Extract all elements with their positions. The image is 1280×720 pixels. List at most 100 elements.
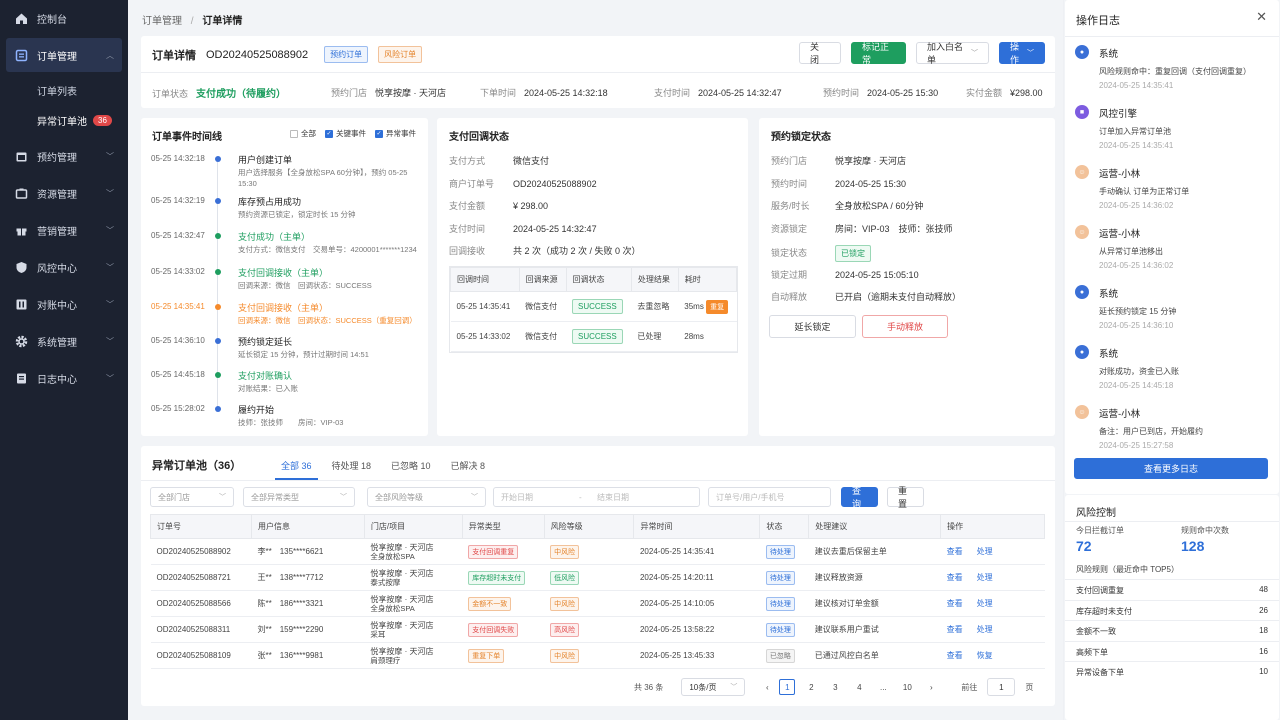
prev-page-button[interactable]: ‹ [759,679,775,695]
sidebar-item-dashboard[interactable]: 控制台 [0,0,128,37]
filter-all-checkbox[interactable]: 全部 [290,128,316,139]
callback-table: 回调时间 回调来源 回调状态 处理结果 耗时 05-25 14:35:41 微信… [449,266,738,353]
event-time: 05-25 14:32:18 [151,154,205,163]
page-button[interactable]: 1 [779,679,796,695]
sidebar-subitem-order-list[interactable]: 订单列表 [0,75,128,105]
handle-link[interactable]: 恢复 [977,651,993,660]
next-page-button[interactable]: › [923,679,939,695]
page-button[interactable]: 10 [899,679,915,695]
risk-engine-icon: ■ [1075,105,1089,119]
rule-count: 48 [1259,585,1268,594]
filter-exception-events-checkbox[interactable]: ✓ 异常事件 [375,128,416,139]
cell-advice: 已通过风控白名单 [808,642,941,669]
event-desc: 用户选择服务【全身放松SPA 60分钟】，预约 05-25 15:30 [238,168,408,188]
page-button[interactable]: 3 [827,679,843,695]
view-link[interactable]: 查看 [947,651,963,660]
store-select[interactable]: 全部门店 ﹀ [150,487,234,507]
column-header: 门店/项目 [363,514,463,539]
exception-pool-card: 异常订单池（36） 全部 36 待处理 18 已忽略 10 已解决 8 全部门店… [141,446,1055,706]
exception-type-select[interactable]: 全部异常类型 ﹀ [243,487,355,507]
field-value: 2024-05-25 15:30 [835,178,907,189]
tab-all[interactable]: 全部 36 [271,459,322,480]
log-actor: 运营-小林 [1099,229,1141,240]
field-label: 下单时间 [480,88,517,98]
view-link[interactable]: 查看 [947,599,963,608]
risk-level-badge: 高风险 [550,622,580,637]
event-title: 库存预占用成功 [238,197,302,207]
cell-time: 2024-05-25 14:20:11 [633,564,760,591]
event-time: 05-25 14:45:18 [151,370,205,379]
close-icon[interactable]: ✕ [1256,9,1267,25]
operations-dropdown[interactable]: 操作 ﹀ [999,42,1045,65]
log-time: 2024-05-25 15:27:58 [1099,441,1174,450]
handle-link[interactable]: 处理 [977,599,993,608]
tab-pending[interactable]: 待处理 18 [322,459,382,479]
search-button[interactable]: 查询 [841,486,878,509]
risk-title: 风险控制 [1076,508,1116,519]
sidebar-item-orders[interactable]: 订单管理 ︿ [6,38,122,72]
cost-value: 35ms [684,301,704,311]
tab-ignored[interactable]: 已忽略 10 [381,459,441,479]
sidebar-item-system[interactable]: 系统管理 ﹀ [0,323,128,360]
sidebar-item-marketing[interactable]: 营销管理 ﹀ [0,212,128,249]
risk-rule-row: 支付回调重复 48 [1065,579,1279,599]
system-icon: ● [1075,285,1089,299]
field-value: OD20240525088902 [513,178,597,189]
sidebar-item-reconciliation[interactable]: 对账中心 ﹀ [0,286,128,323]
chevron-down-icon: ﹀ [106,226,114,235]
risk-level-select[interactable]: 全部风险等级 ﹀ [367,487,486,507]
log-message: 备注：用户已到店，开始履约 [1099,427,1203,436]
table-row: OD20240525088721 王** 138****7712 悦享按摩 · 天河… [150,564,1045,591]
handle-link[interactable]: 处理 [977,547,993,556]
cell-user: 张** 136****9981 [251,642,365,669]
sidebar-item-appointments[interactable]: 预约管理 ﹀ [0,138,128,175]
select-value: 全部风险等级 [375,492,423,502]
close-button[interactable]: 关 闭 [799,42,841,65]
goto-page-input[interactable]: 1 [987,678,1016,696]
cell-actions: 查看 处理 [940,538,1045,565]
extend-lock-button[interactable]: 延长锁定 [769,315,856,338]
event-title: 支付成功（主单） [238,232,311,242]
sidebar-item-resources[interactable]: 资源管理 ﹀ [0,175,128,212]
manual-release-button[interactable]: 手动释放 [862,315,948,338]
field-value: 微信支付 [513,156,550,166]
field-label: 预约门店 [331,88,368,98]
sidebar-item-risk-center[interactable]: 风控中心 ﹀ [0,249,128,286]
handle-link[interactable]: 处理 [977,625,993,634]
breadcrumb-parent[interactable]: 订单管理 [142,16,182,27]
page-button[interactable]: 2 [803,679,819,695]
view-link[interactable]: 查看 [947,573,963,582]
handle-link[interactable]: 处理 [977,573,993,582]
user-avatar: ☺ [1075,165,1089,179]
status-badge: 待处理 [765,570,795,585]
breadcrumb-current: 订单详情 [202,16,243,27]
rule-count: 10 [1259,667,1268,676]
cell-status: 已忽略 [759,642,809,669]
appointment-lock-card: 预约锁定状态 预约门店 悦享按摩 · 天河店 预约时间 2024-05-25 15:3… [759,118,1055,436]
view-link[interactable]: 查看 [947,625,963,634]
timeline-card: 订单事件时间线 全部 ✓ 关键事件 ✓ 异常事件 05-25 14:32:18 用户创… [141,118,428,436]
date-range-picker[interactable]: 开始日期 - 结束日期 [493,487,700,507]
rule-count: 16 [1259,646,1268,656]
operation-log-card: 操作日志 ✕ ● 系统 风险规则命中：重复回调（支付回调重复） 2024-05-25 … [1065,0,1279,494]
reset-button[interactable]: 重置 [887,486,924,509]
page-button[interactable]: 4 [851,679,867,695]
summary-store: 预约门店 悦享按摩 · 天河店 [331,86,446,99]
search-input[interactable]: 订单号/用户/手机号 [708,487,831,507]
view-more-logs-button[interactable]: 查看更多日志 [1074,458,1268,479]
cell-source: 微信支付 [519,321,567,352]
mark-normal-button[interactable]: 标记正常 [851,42,906,65]
filter-key-events-checkbox[interactable]: ✓ 关键事件 [325,128,366,139]
summary-pay-time: 支付时间 2024-05-25 14:32:47 [654,86,782,99]
cell-user: 王** 138****7712 [251,564,365,591]
sidebar-item-logs[interactable]: 日志中心 ﹀ [0,360,128,397]
add-whitelist-dropdown[interactable]: 加入白名单 ﹀ [916,42,989,65]
view-link[interactable]: 查看 [947,547,963,556]
event-dot [215,304,221,310]
tab-resolved[interactable]: 已解决 8 [441,459,496,479]
cell-user: 刘** 159****2290 [251,616,365,643]
page-size-select[interactable]: 10条/页 ﹀ [681,678,746,696]
callback-title: 支付回调状态 [449,132,509,143]
sidebar-subitem-exception-pool[interactable]: 异常订单池 36 [0,105,128,135]
pagination: 共 36 条 10条/页 ﹀ ‹ 1 2 3 4 ... 10 › 前往 1 页 [634,678,1033,696]
